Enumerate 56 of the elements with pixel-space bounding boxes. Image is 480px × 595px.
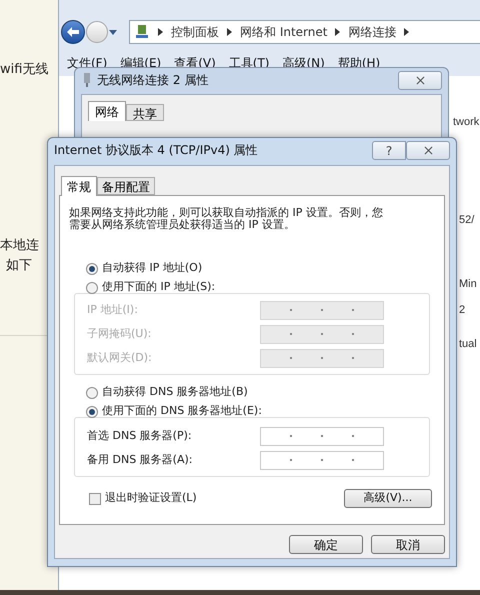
field-label: IP 地址(I):: [87, 302, 138, 318]
breadcrumb-item[interactable]: 网络连接: [348, 23, 396, 41]
advanced-button[interactable]: 高级(V)...: [344, 489, 432, 508]
radio-button[interactable]: [86, 262, 98, 274]
background-text: twork: [453, 115, 480, 130]
back-button[interactable]: [61, 20, 85, 44]
radio-label: 自动获得 DNS 服务器地址(B): [102, 384, 248, 400]
breadcrumb-item[interactable]: 控制面板: [171, 23, 219, 41]
background-text: 52/: [459, 213, 474, 228]
close-button[interactable]: [398, 70, 442, 90]
field-label: 子网掩码(U):: [87, 326, 152, 342]
network-icon: [134, 24, 150, 40]
window-title: Internet 协议版本 4 (TCP/IPv4) 属性: [54, 142, 258, 159]
close-icon: [414, 74, 426, 86]
field-label: 备用 DNS 服务器(A):: [87, 452, 192, 468]
background-text: Min: [459, 277, 477, 292]
radio-label: 自动获得 IP 地址(O): [102, 260, 202, 276]
background-text: 本地连: [0, 237, 39, 255]
background-text: 如下: [6, 257, 32, 275]
tab[interactable]: 常规: [61, 176, 97, 196]
breadcrumb-item[interactable]: 网络和 Internet: [240, 23, 328, 41]
address-bar[interactable]: 控制面板 网络和 Internet 网络连接: [129, 20, 480, 44]
window-title: 无线网络连接 2 属性: [97, 72, 208, 89]
dialog-button[interactable]: 取消: [371, 535, 445, 554]
field-label: 首选 DNS 服务器(P):: [87, 428, 192, 444]
background-text: tual: [459, 337, 477, 352]
ip-address-field[interactable]: [260, 300, 384, 320]
close-button[interactable]: [406, 140, 450, 160]
checkbox[interactable]: [89, 492, 101, 504]
tab[interactable]: 备用配置: [97, 177, 155, 195]
radio-label: 使用下面的 IP 地址(S):: [102, 279, 216, 296]
dropdown-icon[interactable]: [109, 30, 117, 34]
radio-label: 使用下面的 DNS 服务器地址(E):: [102, 403, 262, 420]
ip-address-field[interactable]: [260, 348, 384, 368]
ip-address-field[interactable]: [260, 426, 384, 446]
chevron-icon[interactable]: [335, 28, 340, 36]
ip-address-field[interactable]: [260, 450, 384, 470]
ip-address-field[interactable]: [260, 324, 384, 344]
radio-button[interactable]: [86, 282, 98, 294]
chevron-icon[interactable]: [227, 28, 232, 36]
back-arrow-icon: [67, 27, 79, 37]
adapter-icon: [83, 73, 91, 87]
dialog-button[interactable]: 确定: [289, 535, 363, 554]
chevron-icon[interactable]: [158, 28, 163, 36]
chevron-icon[interactable]: [404, 28, 410, 36]
close-icon: [422, 144, 434, 156]
checkbox-label: 退出时验证设置(L): [105, 490, 197, 506]
description-text: 如果网络支持此功能，则可以获取自动指派的 IP 设置。否则，您需要从网络系统管理员处获得适当的 IP 设置。: [69, 207, 384, 231]
radio-button[interactable]: [86, 386, 98, 398]
help-button[interactable]: ?: [372, 140, 406, 160]
radio-button[interactable]: [86, 406, 98, 418]
tab[interactable]: 网络: [88, 101, 126, 121]
tab[interactable]: 共享: [126, 104, 164, 121]
field-label: 默认网关(D):: [87, 350, 152, 366]
background-text: wifi无线: [0, 61, 48, 79]
background-text: 2: [459, 303, 466, 318]
